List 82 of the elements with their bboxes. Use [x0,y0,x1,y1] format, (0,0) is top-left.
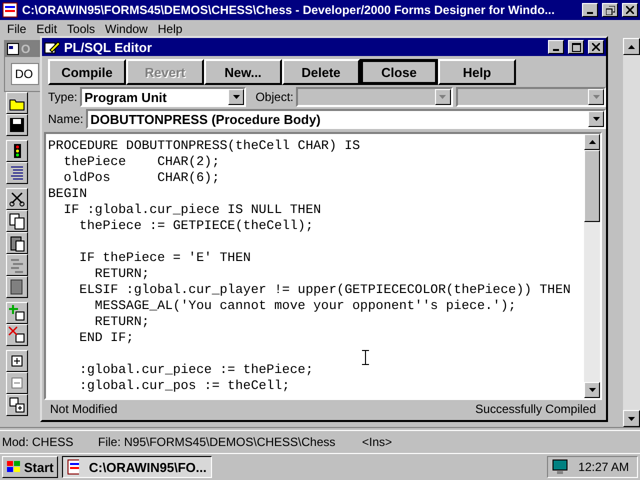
scissors-icon[interactable] [6,188,28,210]
dropdown-arrow-icon [592,117,600,121]
start-button[interactable]: Start [2,456,58,478]
code-line: :global.cur_pos := theCell; [78,378,290,394]
code-line: :global.cur_piece := thePiece; [78,361,314,378]
dropdown-arrow-icon [232,95,240,99]
paste-icon[interactable] [6,232,28,254]
object-label: Object: [255,90,294,104]
editor-status: Not Modified [50,402,118,418]
menu-item[interactable]: Window [100,22,153,36]
dropdown-arrow-icon [592,95,600,99]
close-button[interactable] [588,40,604,54]
toolbar-button[interactable]: Help [438,59,516,85]
code-line: IF :global.cur_piece IS NULL THEN [62,202,322,218]
close-icon [592,43,600,51]
scroll-down-icon [588,388,596,392]
dropdown-field[interactable] [296,87,453,107]
clock: 12:27 AM [578,460,629,474]
toolbar-button[interactable]: Compile [48,59,126,85]
app-icon [2,2,18,18]
toolbar-button[interactable]: Close [360,59,438,85]
code-line: IF thePiece = 'E' THEN [78,249,251,266]
navigator-field[interactable]: DO [11,63,39,85]
dropdown-arrow-icon [439,95,446,99]
menu-item[interactable]: Edit [31,22,62,36]
file-status: File: N95\FORMS45\DEMOS\CHESS\Chess [98,435,336,449]
maximize-button[interactable] [568,40,584,54]
name-label: Name: [48,112,84,126]
window-title: C:\ORAWIN95\FORMS45\DEMOS\CHESS\Chess - Developer/2000 Forms Designer for Windo... [22,3,556,17]
menu-item[interactable]: File [2,22,32,36]
minimize-button[interactable] [548,40,564,54]
expand-all-icon[interactable] [6,394,28,416]
code-editor[interactable] [44,132,602,400]
close-icon [626,6,634,14]
code-line: oldPos CHAR(6); [62,170,220,186]
code-line: END IF; [78,330,134,346]
code-line: RETURN; [94,314,150,330]
editor-title: PL/SQL Editor [64,40,153,54]
text-cursor-icon [362,350,369,365]
menu-item[interactable]: Tools [62,22,100,36]
scrollbar[interactable] [623,38,640,427]
toolbar-button[interactable]: Delete [282,59,360,85]
dropdown-field[interactable]: Program Unit [80,87,246,107]
code-line: thePiece CHAR(2); [62,154,220,170]
close-button[interactable] [622,3,638,17]
maximize-icon [572,42,580,52]
restore-button[interactable] [602,3,618,17]
editor-scrollbar[interactable] [584,134,600,398]
toolbar-button[interactable]: New... [204,59,282,85]
module-status: Mod: CHESS [2,435,74,449]
code-line: BEGIN [48,186,88,202]
code-line: MESSAGE_AL('You cannot move your opponent''s piece.'); [94,298,516,314]
expand-icon[interactable] [6,350,28,372]
list-icon[interactable] [6,162,28,184]
scroll-down-icon [628,416,635,420]
collapse-icon[interactable] [6,372,28,394]
dropdown-field[interactable] [456,87,606,107]
add-icon[interactable] [6,302,28,324]
scroll-up-icon [588,140,596,144]
restore-icon [606,6,614,14]
mode-status: <Ins> [362,435,392,449]
code-line: ELSIF :global.cur_player != upper(GETPIECECOLOR(thePiece)) THEN [78,282,571,298]
taskbar-item[interactable]: C:\ORAWIN95\FO... [62,456,212,478]
windows-logo-icon [6,460,22,474]
code-line: RETURN; [94,266,150,282]
monitor-icon[interactable] [552,459,568,475]
type-label: Type: [48,90,78,104]
delete-icon[interactable] [6,324,28,346]
traffic-light-icon[interactable] [6,140,28,162]
code-line: PROCEDURE DOBUTTONPRESS(theCell CHAR) IS [48,138,360,154]
navigator-title: O [21,42,30,56]
code-line: thePiece := GETPIECE(theCell); [78,218,314,234]
folder-icon[interactable] [6,92,28,114]
menu-item[interactable]: Help [152,22,188,36]
scroll-up-icon [628,44,635,48]
dropdown-field[interactable]: DOBUTTONPRESS (Procedure Body) [86,109,606,129]
minimize-button[interactable] [582,3,598,17]
copy-icon[interactable] [6,210,28,232]
compile-status: Successfully Compiled [475,402,596,418]
app-icon [66,459,79,475]
navigator-icon [7,43,19,55]
pencil-icon [44,40,60,54]
